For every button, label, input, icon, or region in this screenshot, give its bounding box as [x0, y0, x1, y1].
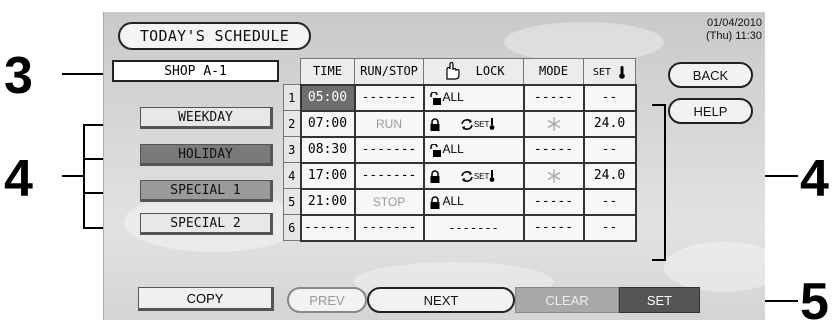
holiday-button[interactable]: HOLIDAY	[140, 144, 273, 166]
rotate-arrows-icon	[461, 170, 473, 182]
lock-closed-icon	[430, 117, 439, 131]
lock-closed-icon	[430, 169, 439, 183]
rotate-arrows-icon	[461, 118, 473, 130]
callout-4-left: 4	[4, 150, 33, 208]
setpoint-cell[interactable]: 24.0	[582, 161, 637, 190]
callout-4-left-line	[62, 175, 84, 177]
lock-cell[interactable]: ALL	[422, 135, 525, 164]
row-number: 1	[283, 84, 301, 111]
snowflake-icon	[547, 116, 560, 131]
setpoint-cell[interactable]: --	[582, 187, 637, 216]
header-time: TIME	[300, 58, 355, 85]
header-lock: LOCK	[423, 58, 524, 85]
thermometer-icon	[490, 118, 495, 131]
time-cell[interactable]: 17:00	[299, 161, 356, 190]
run-stop-cell[interactable]: -------	[353, 83, 425, 112]
time-cell[interactable]: 07:00	[299, 109, 356, 138]
clear-button[interactable]: CLEAR	[515, 287, 619, 313]
schedule-table: TIME RUN/STOP LOCK MODE SET 1 05:00 ----…	[283, 58, 637, 242]
thermometer-icon	[490, 170, 495, 183]
callout-4-bracket	[83, 124, 85, 229]
setpoint-cell[interactable]: --	[582, 83, 637, 112]
row-number: 5	[283, 188, 301, 215]
row-number: 4	[283, 162, 301, 189]
callout-3: 3	[4, 47, 33, 105]
run-stop-cell[interactable]: RUN	[353, 109, 425, 138]
lock-cell[interactable]: -------	[422, 213, 525, 242]
mode-cell[interactable]: -----	[522, 213, 585, 242]
lock-cell[interactable]: ALL	[422, 187, 525, 216]
table-row[interactable]: 1 05:00 ------- ALL ----- --	[283, 83, 637, 112]
next-button[interactable]: NEXT	[367, 287, 515, 313]
shop-name: SHOP A-1	[112, 60, 279, 82]
setpoint-cell[interactable]: --	[582, 135, 637, 164]
clock-display: 01/04/2010 (Thu) 11:30	[668, 17, 762, 43]
table-row[interactable]: 2 07:00 RUN SET 24.0	[283, 109, 637, 138]
help-button[interactable]: HELP	[668, 98, 753, 124]
lock-closed-icon	[430, 195, 439, 209]
lock-cell[interactable]: SET	[422, 161, 525, 190]
thermometer-icon	[619, 65, 625, 79]
time-cell[interactable]: 08:30	[299, 135, 356, 164]
table-row[interactable]: 3 08:30 ------- ALL ----- --	[283, 135, 637, 164]
hand-pointer-icon	[446, 62, 461, 80]
callout-4-right-tick-bottom	[652, 259, 666, 261]
special2-button[interactable]: SPECIAL 2	[140, 213, 273, 235]
time-text: (Thu) 11:30	[705, 30, 762, 42]
time-cell[interactable]: ------	[299, 213, 356, 242]
weekday-button[interactable]: WEEKDAY	[140, 107, 273, 129]
table-row[interactable]: 4 17:00 ------- SET 24.0	[283, 161, 637, 190]
row-number: 6	[283, 214, 301, 241]
set-button[interactable]: SET	[619, 287, 700, 313]
header-set: SET	[583, 58, 636, 85]
row-number: 3	[283, 136, 301, 163]
mode-cell[interactable]	[522, 161, 585, 190]
row-number: 2	[283, 110, 301, 137]
lock-cell[interactable]: ALL	[422, 83, 525, 112]
callout-5: 5	[800, 273, 829, 320]
time-cell[interactable]: 05:00	[299, 83, 356, 112]
copy-button[interactable]: COPY	[138, 287, 274, 311]
back-button[interactable]: BACK	[668, 62, 753, 88]
lock-open-icon	[429, 91, 441, 105]
callout-4-right-tick-top	[652, 104, 666, 106]
table-header-row: TIME RUN/STOP LOCK MODE SET	[284, 58, 636, 85]
snowflake-icon	[547, 168, 560, 183]
special1-button[interactable]: SPECIAL 1	[140, 180, 273, 202]
header-run-stop: RUN/STOP	[354, 58, 424, 85]
setpoint-cell[interactable]: 24.0	[582, 109, 637, 138]
callout-4-right-bracket	[664, 104, 666, 260]
lock-open-icon	[429, 143, 441, 157]
table-row[interactable]: 6 ------ ------- ------- ----- --	[283, 213, 637, 242]
run-stop-cell[interactable]: -------	[353, 161, 425, 190]
run-stop-cell[interactable]: -------	[353, 213, 425, 242]
callout-4-right: 4	[800, 150, 829, 208]
mode-cell[interactable]	[522, 109, 585, 138]
mode-cell[interactable]: -----	[522, 135, 585, 164]
time-cell[interactable]: 21:00	[299, 187, 356, 216]
prev-button[interactable]: PREV	[287, 287, 367, 313]
mode-cell[interactable]: -----	[522, 187, 585, 216]
date-text: 01/04/2010	[706, 17, 762, 29]
setpoint-cell[interactable]: --	[582, 213, 637, 242]
run-stop-cell[interactable]: STOP	[353, 187, 425, 216]
table-row[interactable]: 5 21:00 STOP ALL ----- --	[283, 187, 637, 216]
header-mode: MODE	[523, 58, 584, 85]
lock-cell[interactable]: SET	[422, 109, 525, 138]
page-title: TODAY'S SCHEDULE	[118, 22, 311, 50]
mode-cell[interactable]: -----	[522, 83, 585, 112]
run-stop-cell[interactable]: -------	[353, 135, 425, 164]
callout-4-right-line	[765, 175, 798, 177]
